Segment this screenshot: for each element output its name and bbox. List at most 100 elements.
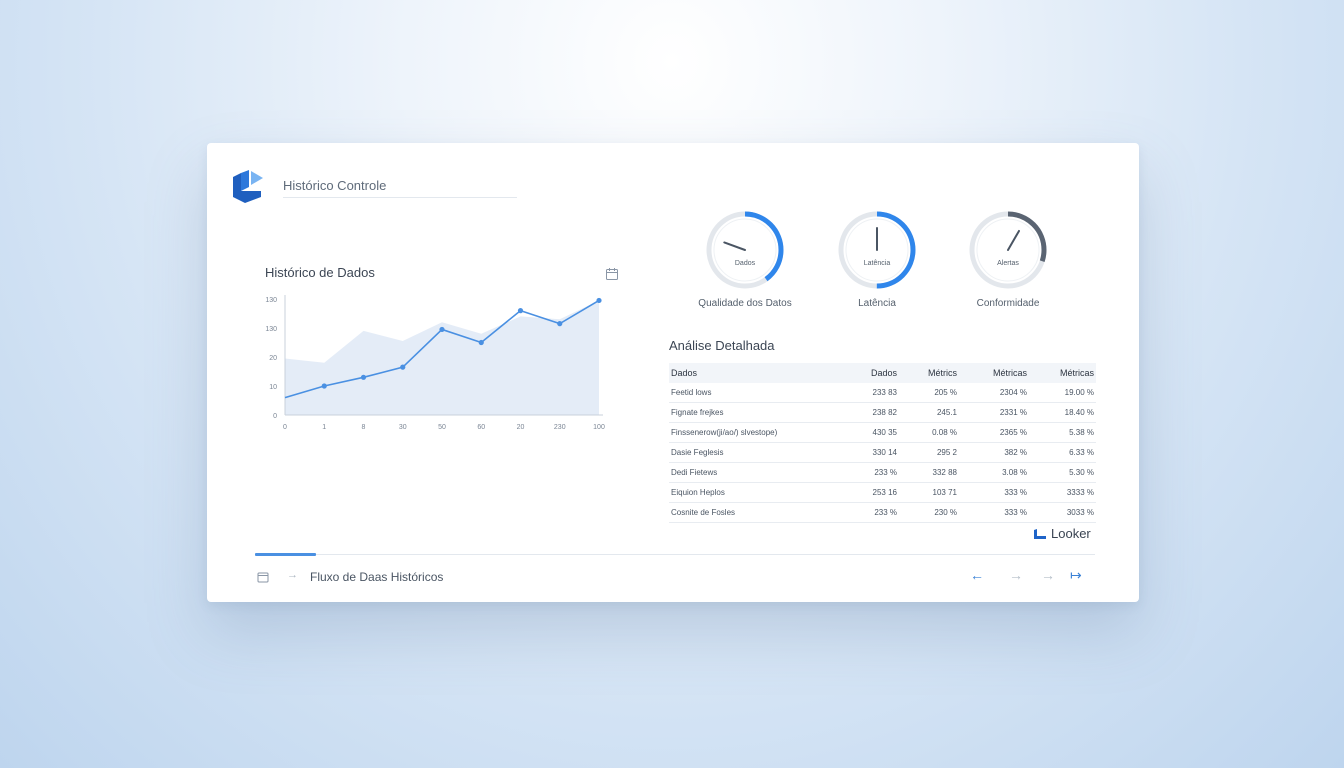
chart-area-band <box>285 300 599 415</box>
table-header[interactable]: Métricas <box>959 363 1029 383</box>
dashboard-card: Histórico Controle Histórico de Dados 0 1… <box>207 143 1139 602</box>
table-cell: 5.30 % <box>1029 462 1096 483</box>
last-page-arrow-icon[interactable]: ↦ <box>1070 567 1082 583</box>
table-cell: 0.08 % <box>899 422 959 443</box>
table-row[interactable]: Dedi Fietews 233 % 332 88 3.08 % 5.30 % <box>669 462 1096 483</box>
progress-bar <box>255 553 1095 556</box>
table-row[interactable]: Feetid lows 233 83 205 % 2304 % 19.00 % <box>669 383 1096 403</box>
table-cell: 333 % <box>959 502 1029 523</box>
analysis-table: Dados Dados Métrics Métricas Métricas Fe… <box>669 363 1096 523</box>
table-cell: 333 % <box>959 482 1029 503</box>
row-label: Eiquion Heplos <box>669 482 841 503</box>
gauge-inner-label: Dados <box>735 260 756 267</box>
table-cell: 2365 % <box>959 422 1029 443</box>
data-point <box>557 321 563 327</box>
x-tick-label: 20 <box>517 424 525 431</box>
table-cell: 233 % <box>841 502 899 523</box>
x-tick-label: 60 <box>477 424 485 431</box>
table-cell: 253 16 <box>841 482 899 503</box>
table-cell: 2304 % <box>959 383 1029 403</box>
y-tick-label: 20 <box>269 355 277 362</box>
x-tick-label: 30 <box>399 424 407 431</box>
gauge-3: Alertas <box>969 211 1047 289</box>
data-point <box>360 374 367 380</box>
table-row[interactable]: Eiquion Heplos 253 16 103 71 333 % 3333 % <box>669 482 1096 503</box>
table-cell: 3033 % <box>1029 502 1096 523</box>
gauge-1: Dados <box>706 211 784 289</box>
back-arrow-icon[interactable]: ← <box>970 567 984 583</box>
y-tick-label: 10 <box>269 384 277 391</box>
calendar-icon[interactable] <box>605 267 619 281</box>
table-cell: 205 % <box>899 383 959 403</box>
row-label: Fignate frejkes <box>669 402 841 423</box>
y-tick-label: 130 <box>265 297 277 304</box>
table-cell: 382 % <box>959 442 1029 463</box>
table-cell: 230 % <box>899 502 959 523</box>
looker-brand: Looker <box>1033 526 1091 541</box>
table-header[interactable]: Dados <box>841 363 899 383</box>
title-divider <box>283 197 517 198</box>
table-cell: 2331 % <box>959 402 1029 423</box>
row-label: Feetid lows <box>669 383 841 403</box>
table-cell: 245.1 <box>899 402 959 423</box>
x-tick-label: 0 <box>283 424 287 431</box>
history-line-chart: 0 10 20 130 130 0 1 8 30 50 60 20 230 100 <box>265 295 605 431</box>
table-cell: 233 % <box>841 462 899 483</box>
gauge-label: Qualidade dos Datos <box>698 298 792 309</box>
brand-name: Looker <box>1051 526 1091 541</box>
gauge-inner-label: Latência <box>864 260 891 267</box>
x-tick-label: 1 <box>322 424 326 431</box>
table-header[interactable]: Métrics <box>899 363 959 383</box>
table-cell: 332 88 <box>899 462 959 483</box>
table-cell: 18.40 % <box>1029 402 1096 423</box>
x-tick-label: 50 <box>438 424 446 431</box>
table-cell: 233 83 <box>841 383 899 403</box>
app-logo-icon <box>233 170 263 203</box>
table-row[interactable]: Dasie Feglesis 330 14 295 2 382 % 6.33 % <box>669 442 1096 463</box>
table-cell: 6.33 % <box>1029 442 1096 463</box>
y-tick-label: 130 <box>265 326 277 333</box>
table-row[interactable]: Cosnite de Fosles 233 % 230 % 333 % 3033 % <box>669 502 1096 523</box>
table-cell: 103 71 <box>899 482 959 503</box>
table-cell: 5.38 % <box>1029 422 1096 443</box>
gauge-2: Latência <box>838 211 916 289</box>
x-tick-label: 100 <box>593 424 605 431</box>
table-cell: 3.08 % <box>959 462 1029 483</box>
table-cell: 3333 % <box>1029 482 1096 503</box>
data-point <box>596 297 602 304</box>
row-label: Finssenerow(ji/ao/) slvestope) <box>669 422 841 443</box>
gauge-inner-label: Alertas <box>997 260 1019 267</box>
data-point <box>321 383 327 389</box>
table-cell: 430 35 <box>841 422 899 443</box>
x-tick-label: 8 <box>362 424 366 431</box>
data-point <box>439 326 445 333</box>
forward-arrow-icon[interactable]: → <box>1041 567 1055 583</box>
forward-arrow-icon[interactable]: → <box>1009 567 1023 583</box>
table-row[interactable]: Fignate frejkes 238 82 245.1 2331 % 18.40 % <box>669 402 1096 423</box>
row-label: Dasie Feglesis <box>669 442 841 463</box>
footer-calendar-icon[interactable] <box>257 571 269 583</box>
gauge-label: Conformidade <box>976 298 1040 309</box>
y-tick-label: 0 <box>273 413 277 420</box>
chart-title: Histórico de Dados <box>265 265 375 280</box>
progress-fill <box>255 553 317 556</box>
table-header-row: Dados Dados Métrics Métricas Métricas <box>669 363 1096 383</box>
app-title: Histórico Controle <box>283 178 387 193</box>
table-header[interactable]: Métricas <box>1029 363 1096 383</box>
looker-logo-icon <box>1034 528 1046 539</box>
data-point <box>517 308 524 314</box>
table-cell: 295 2 <box>899 442 959 463</box>
x-tick-label: 230 <box>554 424 566 431</box>
data-point <box>400 364 406 370</box>
table-header[interactable]: Dados <box>669 363 841 383</box>
table-title: Análise Detalhada <box>669 338 775 353</box>
table-cell: 238 82 <box>841 402 899 423</box>
footer-flow-label: Fluxo de Daas Históricos <box>310 570 444 584</box>
table-row[interactable]: Finssenerow(ji/ao/) slvestope) 430 35 0.08… <box>669 422 1096 443</box>
row-label: Cosnite de Fosles <box>669 502 841 523</box>
data-point <box>478 339 484 346</box>
table-cell: 330 14 <box>841 442 899 463</box>
gauge-label: Latência <box>858 298 896 309</box>
row-label: Dedi Fietews <box>669 462 841 483</box>
table-cell: 19.00 % <box>1029 383 1096 403</box>
